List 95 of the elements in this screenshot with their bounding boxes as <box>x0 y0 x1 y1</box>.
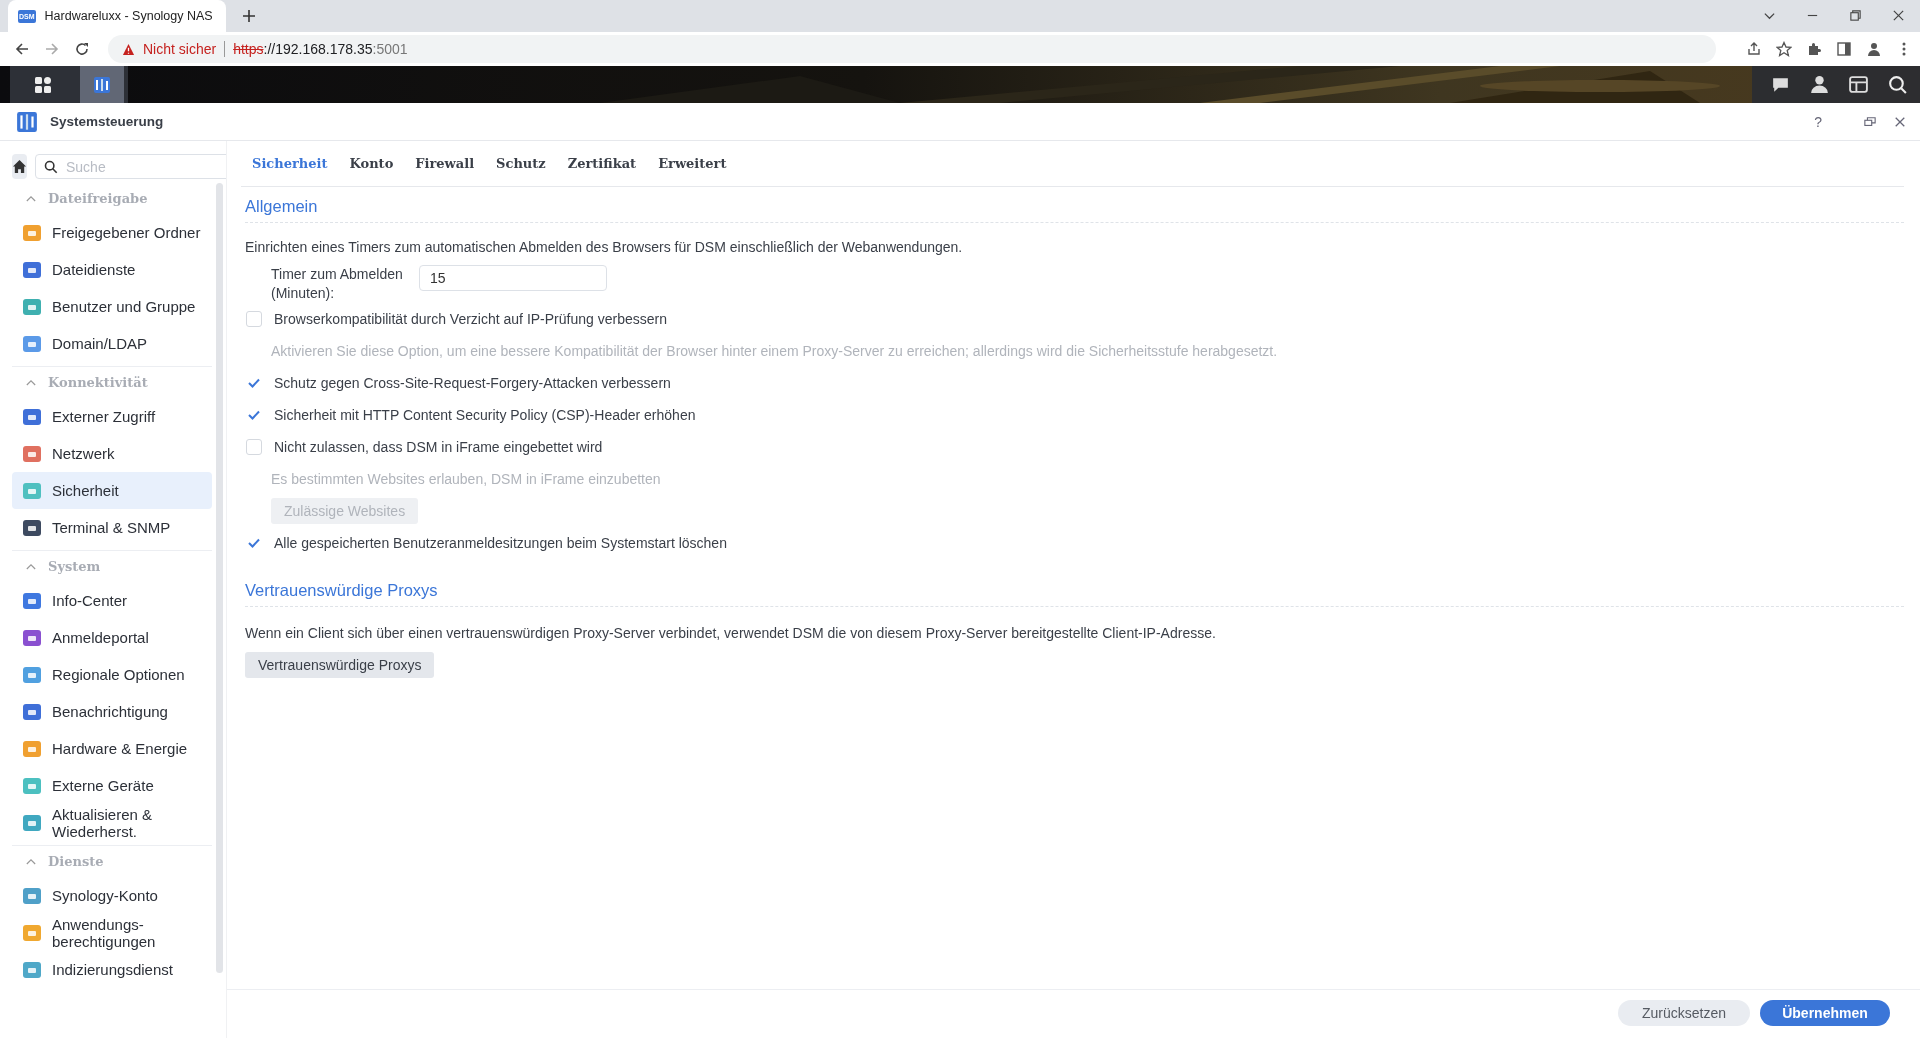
app-icon <box>22 885 42 906</box>
sidebar-item[interactable]: Aktualisieren & Wiederherst. <box>12 804 212 841</box>
apply-button[interactable]: Übernehmen <box>1760 1000 1890 1026</box>
restore-icon[interactable] <box>1864 115 1876 128</box>
help-button[interactable]: ? <box>1814 113 1822 130</box>
sidebar-item[interactable]: Netzwerk <box>12 435 212 472</box>
checkbox-label: Nicht zulassen, dass DSM in iFrame eingebettet wird <box>274 439 603 455</box>
home-icon <box>12 159 27 174</box>
back-icon[interactable] <box>14 41 30 57</box>
restore-icon[interactable] <box>1849 9 1862 22</box>
close-icon[interactable] <box>1892 9 1905 22</box>
sidebar-item[interactable]: Indizierungsdienst <box>12 951 212 988</box>
sidebar-item[interactable]: Domain/LDAP <box>12 325 212 362</box>
search-field[interactable]: Suche <box>35 154 226 179</box>
search-icon[interactable] <box>1887 74 1908 95</box>
url-text: https://192.168.178.35:5001 <box>233 41 408 57</box>
sidebar-item[interactable]: Externer Zugriff <box>12 398 212 435</box>
star-icon[interactable] <box>1776 41 1792 57</box>
action-button[interactable]: Vertrauenswürdige Proxys <box>245 652 435 678</box>
tab-title: Hardwareluxx - Synology NAS <box>44 9 213 23</box>
sidebar-item[interactable]: Sicherheit <box>12 472 212 509</box>
app-icon <box>22 259 42 280</box>
sidebar-item[interactable]: Freigegebener Ordner <box>12 214 212 251</box>
app-icon <box>22 775 42 796</box>
reset-button[interactable]: Zurücksetzen <box>1618 1000 1750 1026</box>
app-icon <box>22 222 42 243</box>
field-label: Timer zum Abmelden (Minuten): <box>271 265 403 303</box>
checkbox[interactable] <box>246 311 262 327</box>
checkbox-label: Alle gespeicherten Benutzeranmeldesitzungen beim Systemstart löschen <box>274 535 727 551</box>
sidebar-item[interactable]: Benutzer und Gruppe <box>12 288 212 325</box>
caret-icon[interactable] <box>26 858 36 865</box>
app-icon <box>22 627 42 648</box>
app-icon <box>22 664 42 685</box>
hint-text: Es bestimmten Websites erlauben, DSM in iFrame einzubetten <box>270 470 662 489</box>
profile-icon[interactable] <box>1866 41 1882 57</box>
address-bar[interactable]: Nicht sicher https://192.168.178.35:5001 <box>108 35 1716 63</box>
scrollbar[interactable] <box>216 183 223 973</box>
app-icon <box>22 922 42 943</box>
timer-field[interactable]: 15 <box>419 265 607 291</box>
app-icon <box>22 959 42 980</box>
checkbox[interactable] <box>246 439 262 455</box>
user-icon[interactable] <box>1809 74 1830 95</box>
tab[interactable]: Firewall <box>404 156 486 171</box>
puzzle-icon[interactable] <box>1806 41 1822 57</box>
tab[interactable]: Sicherheit <box>241 156 339 171</box>
control-panel-icon <box>92 74 112 95</box>
security-label: Nicht sicher <box>143 41 217 57</box>
app-icon <box>22 296 42 317</box>
control-panel-button[interactable] <box>80 66 124 103</box>
widgets-icon[interactable] <box>1848 74 1869 95</box>
caret-icon[interactable] <box>26 195 36 202</box>
sidebar-item[interactable]: Terminal & SNMP <box>12 509 212 546</box>
sidebar-item[interactable]: Hardware & Energie <box>12 730 212 767</box>
sidebar-item[interactable]: Anwendungs-berechtigungen <box>12 914 212 951</box>
sidebar-item[interactable]: Synology-Konto <box>12 877 212 914</box>
tab[interactable]: Zertifikat <box>556 156 648 171</box>
section-title: Vertrauenswürdige Proxys <box>245 571 1904 607</box>
close-icon[interactable] <box>1894 115 1906 128</box>
app-icon <box>22 701 42 722</box>
app-icon <box>22 406 42 427</box>
sidebar-item[interactable]: Info-Center <box>12 582 212 619</box>
description: Wenn ein Client sich über einen vertrauenswürdigen Proxy-Server verbindet, verwendet DSM die von diesem Proxy-Server bereitgestellte Client-IP-Adresse. <box>245 625 1217 641</box>
tab[interactable]: Erweitert <box>647 156 738 171</box>
checkbox-label: Sicherheit mit HTTP Content Security Policy (CSP)-Header erhöhen <box>274 407 696 423</box>
section-title: Allgemein <box>245 187 1904 223</box>
search-icon <box>44 160 58 174</box>
new-tab-icon[interactable] <box>242 9 256 23</box>
control-panel-icon <box>16 110 38 133</box>
caret-icon[interactable] <box>26 563 36 570</box>
app-icon <box>22 590 42 611</box>
caret-icon[interactable] <box>26 379 36 386</box>
tab[interactable]: Schutz <box>485 156 557 171</box>
app-icon <box>22 333 42 354</box>
checkbox-label: Browserkompatibilität durch Verzicht auf IP-Prüfung verbessern <box>274 311 667 327</box>
description: Einrichten eines Timers zum automatischen Abmelden des Browsers für DSM einschließlich der Webanwendungen. <box>245 239 964 255</box>
sidebar-item[interactable]: Benachrichtigung <box>12 693 212 730</box>
hint-text: Aktivieren Sie diese Option, um eine bessere Kompatibilität der Browser hinter einem Proxy-Server zu erreichen; allerdings wird die Sicherheitsstufe herabgesetzt. <box>270 342 1279 361</box>
app-icon <box>22 812 42 833</box>
sidebar-icon[interactable] <box>1836 41 1852 57</box>
app-icon <box>22 738 42 759</box>
app-icon <box>22 443 42 464</box>
app-icon <box>22 517 42 538</box>
sidebar-item[interactable]: Anmeldeportal <box>12 619 212 656</box>
share-icon[interactable] <box>1746 41 1762 57</box>
checkbox-label: Schutz gegen Cross-Site-Request-Forgery-Attacken verbessern <box>274 375 671 391</box>
warning-icon <box>122 42 135 56</box>
sidebar-item[interactable]: Dateidienste <box>12 251 212 288</box>
app-icon <box>22 480 42 501</box>
tab[interactable]: Konto <box>338 156 405 171</box>
sidebar-item[interactable]: Externe Geräte <box>12 767 212 804</box>
reload-icon[interactable] <box>74 41 90 57</box>
home-button[interactable] <box>12 154 27 179</box>
window-title: Systemsteuerung <box>50 114 164 129</box>
sidebar-item[interactable]: Regionale Optionen <box>12 656 212 693</box>
grid-icon <box>34 75 52 94</box>
